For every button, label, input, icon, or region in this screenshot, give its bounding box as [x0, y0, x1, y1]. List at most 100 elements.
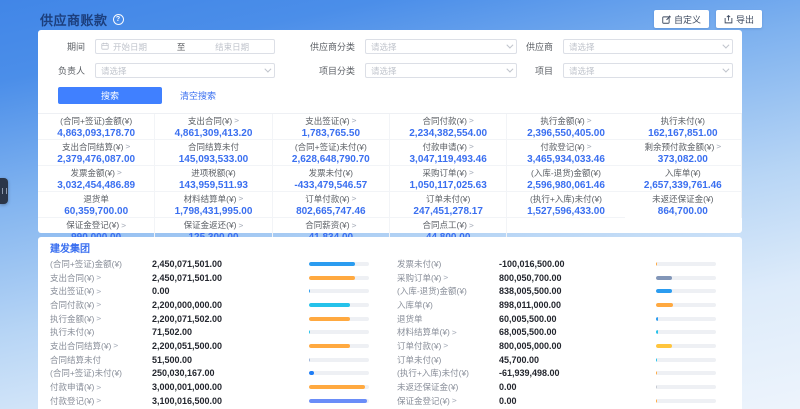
supplier-category-select[interactable]: 请选择 [365, 39, 517, 54]
bar-fill [656, 303, 673, 307]
supplier-select[interactable]: 请选择 [563, 39, 733, 54]
progress-bar [309, 330, 369, 334]
stat-label: 保证金返还(¥)> [184, 219, 244, 231]
metric-label[interactable]: 材料结算单(¥)> [397, 326, 499, 338]
stat-value: 2,396,550,405.00 [527, 128, 605, 139]
stat-value: 60,359,700.00 [64, 206, 128, 217]
supplier-category-label: 供应商分类 [278, 40, 362, 53]
metric-label[interactable]: 执行金额(¥)> [50, 313, 152, 325]
progress-bar [656, 385, 716, 389]
group-right-column: 发票未付(¥)> -100,016,500.00 采购订单(¥)> 800,05… [397, 257, 730, 409]
title-wrap: 供应商账款 ? [40, 10, 124, 29]
link-arrow-icon: > [352, 194, 357, 203]
stat-value: 3,032,454,486.89 [57, 180, 135, 191]
link-arrow-icon: > [469, 142, 474, 151]
owner-label: 负责人 [50, 64, 92, 77]
filter-form: 期间 开始日期 至 结束日期 供应商分类 请选择 供应商 [38, 30, 742, 78]
metric-label[interactable]: 支出合同结算(¥)> [50, 340, 152, 352]
metric-value: 2,450,071,501.00 [152, 259, 309, 269]
stat-card[interactable]: 剩余预付款金额(¥)> 373,082.00 [625, 140, 742, 166]
stat-value: 145,093,533.00 [179, 154, 249, 165]
metric-value: 0.00 [152, 286, 309, 296]
side-drawer-handle[interactable] [0, 178, 8, 204]
stat-label: 执行未付(¥)> [661, 115, 705, 127]
stat-card[interactable]: 订单付款(¥)> 802,665,747.46 [273, 192, 390, 218]
stat-value: 143,959,511.93 [179, 180, 248, 191]
bar-fill [309, 385, 365, 389]
export-button[interactable]: 导出 [716, 10, 762, 28]
date-to-label: 至 [177, 41, 186, 53]
customize-button[interactable]: 自定义 [654, 10, 709, 28]
metric-label[interactable]: 支出合同(¥)> [50, 272, 152, 284]
metric-label[interactable]: 订单付款(¥)> [397, 340, 499, 352]
metric-label: 发票未付(¥)> [397, 258, 499, 270]
search-button[interactable]: 搜索 [58, 87, 162, 104]
metric-value: 2,450,071,501.00 [152, 273, 309, 283]
stat-label: 支出合同结算(¥)> [62, 141, 130, 153]
link-arrow-icon: > [125, 142, 130, 151]
metric-label[interactable]: 采购订单(¥)> [397, 272, 499, 284]
progress-bar [656, 262, 716, 266]
group-panel: 建发集团 (合同+签证)金额(¥)> 2,450,071,501.00 [38, 237, 742, 409]
progress-bar [309, 289, 369, 293]
stat-card[interactable]: 付款申请(¥)> 3,047,119,493.46 [390, 140, 507, 166]
stat-card[interactable]: 执行金额(¥)> 2,396,550,405.00 [507, 114, 624, 140]
project-category-select[interactable]: 请选择 [365, 63, 517, 78]
project-select[interactable]: 请选择 [563, 63, 733, 78]
stat-value: 802,665,747.46 [296, 206, 366, 217]
group-name-link[interactable]: 建发集团 [50, 242, 730, 257]
stat-card[interactable]: 发票金额(¥)> 3,032,454,486.89 [38, 166, 155, 192]
link-arrow-icon: > [587, 142, 592, 151]
date-range-input[interactable]: 开始日期 至 结束日期 [95, 39, 275, 54]
link-arrow-icon: > [96, 396, 101, 405]
stat-label: 订单付款(¥)> [305, 193, 356, 205]
metric-value: -61,939,498.00 [499, 368, 656, 378]
project-label: 项目 [520, 64, 560, 77]
bar-fill [656, 358, 657, 362]
metric-label: 未返还保证金(¥)> [397, 381, 499, 393]
stat-card[interactable]: 支出签证(¥)> 1,783,765.50 [273, 114, 390, 140]
metric-label[interactable]: 付款登记(¥)> [50, 395, 152, 407]
stat-card[interactable]: 支出合同(¥)> 4,861,309,413.20 [155, 114, 272, 140]
metric-label: (合同+签证)金额(¥)> [50, 258, 152, 270]
metric-row: (入库-退货)金额(¥)> 838,005,500.00 [397, 284, 730, 298]
progress-bar [656, 317, 716, 321]
stat-card[interactable]: 付款登记(¥)> 3,465,934,033.46 [507, 140, 624, 166]
progress-bar [309, 344, 369, 348]
metric-row: 执行金额(¥)> 2,200,071,502.00 [50, 312, 383, 326]
progress-bar [309, 303, 369, 307]
stat-value: 2,596,980,061.46 [527, 180, 605, 191]
group-columns: (合同+签证)金额(¥)> 2,450,071,501.00 支出合同(¥)> … [50, 257, 730, 409]
stat-label: 发票未付(¥)> [309, 167, 353, 179]
metric-value: 2,200,000,000.00 [152, 300, 309, 310]
page-title: 供应商账款 [40, 10, 108, 29]
progress-bar [309, 358, 369, 362]
bar-fill [309, 317, 350, 321]
metric-value: 0.00 [499, 382, 656, 392]
stat-label: 材料结算单(¥)> [184, 193, 244, 205]
link-arrow-icon: > [469, 116, 474, 125]
progress-bar [309, 371, 369, 375]
clear-search-link[interactable]: 清空搜索 [180, 89, 216, 102]
metric-value: 800,050,700.00 [499, 273, 656, 283]
start-date-placeholder: 开始日期 [113, 41, 147, 53]
stat-card[interactable]: 合同付款(¥)> 2,234,382,554.00 [390, 114, 507, 140]
metric-value: 3,000,001,000.00 [152, 382, 309, 392]
stat-card[interactable]: 采购订单(¥)> 1,050,117,025.63 [390, 166, 507, 192]
stat-label: 执行金额(¥)> [540, 115, 591, 127]
metric-row: 保证金登记(¥)> 0.00 [397, 394, 730, 408]
stat-card[interactable]: 支出合同结算(¥)> 2,379,476,087.00 [38, 140, 155, 166]
metric-row: 支出合同(¥)> 2,450,071,501.00 [50, 271, 383, 285]
help-icon[interactable]: ? [113, 14, 124, 25]
project-category-label: 项目分类 [278, 64, 362, 77]
metric-label[interactable]: 保证金登记(¥)> [397, 395, 499, 407]
metric-row: (合同+签证)未付(¥)> 250,030,167.00 [50, 367, 383, 381]
progress-bar [656, 303, 716, 307]
metric-label[interactable]: 合同付款(¥)> [50, 299, 152, 311]
stat-card: 入库单(¥)> 2,657,339,761.46 [625, 166, 742, 192]
owner-select[interactable]: 请选择 [95, 63, 275, 78]
metric-label[interactable]: 付款申请(¥)> [50, 381, 152, 393]
metric-label[interactable]: 支出签证(¥)> [50, 285, 152, 297]
group-left-column: (合同+签证)金额(¥)> 2,450,071,501.00 支出合同(¥)> … [50, 257, 383, 409]
stat-card[interactable]: 材料结算单(¥)> 1,798,431,995.00 [155, 192, 272, 218]
